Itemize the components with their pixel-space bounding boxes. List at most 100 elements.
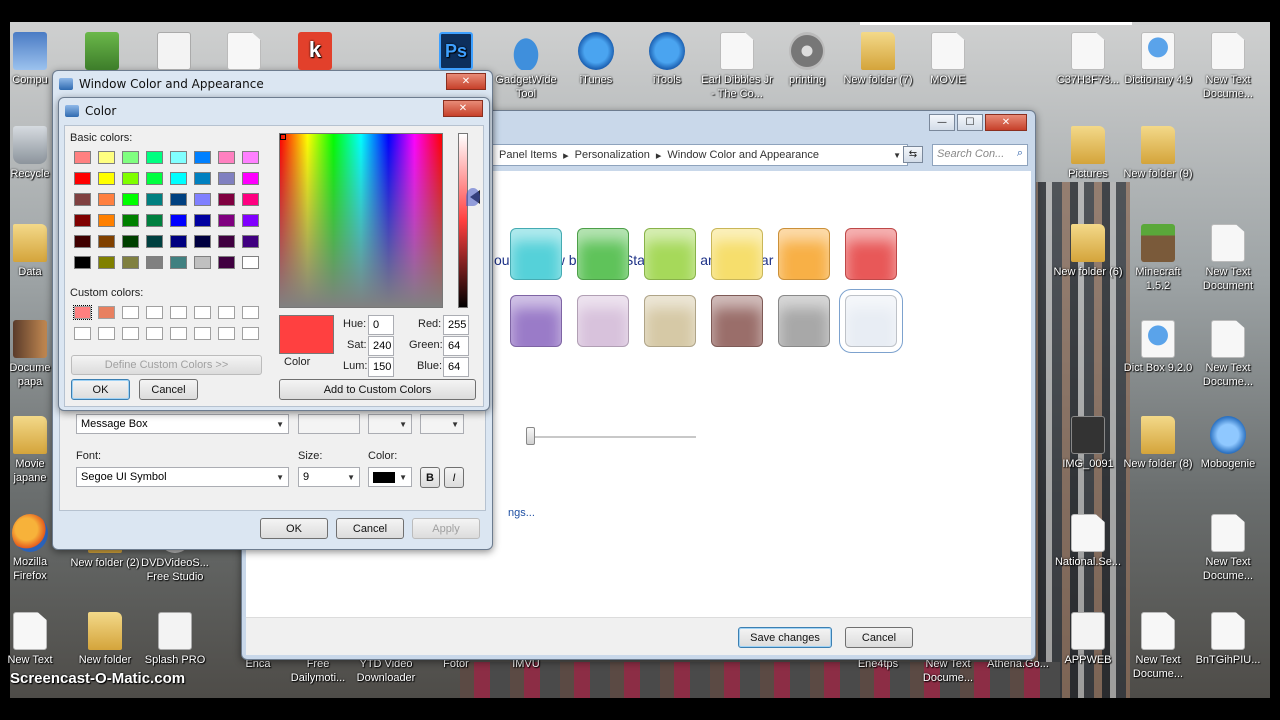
basic-color-cell[interactable] — [146, 172, 163, 185]
desktop-icon[interactable]: Splash PRO — [139, 612, 211, 667]
hue-input[interactable]: 0 — [368, 315, 394, 335]
desktop-icon[interactable]: New folder (9) — [1122, 126, 1194, 181]
basic-color-cell[interactable] — [218, 214, 235, 227]
maximize-button[interactable]: ☐ — [957, 114, 983, 131]
blue-input[interactable]: 64 — [443, 357, 469, 377]
color-swatch[interactable] — [711, 228, 763, 280]
basic-color-cell[interactable] — [218, 235, 235, 248]
refresh-icon[interactable]: ⇆ — [903, 146, 923, 163]
sat-input[interactable]: 240 — [368, 336, 394, 356]
basic-color-cell[interactable] — [98, 193, 115, 206]
basic-color-cell[interactable] — [218, 151, 235, 164]
desktop-icon[interactable]: iTools — [631, 32, 703, 87]
basic-color-cell[interactable] — [146, 193, 163, 206]
desktop-icon[interactable]: National.Se... — [1052, 514, 1124, 569]
intensity-slider-track[interactable] — [526, 436, 696, 438]
desktop-icon[interactable]: New folder (6) — [1052, 224, 1124, 279]
basic-color-cell[interactable] — [194, 256, 211, 269]
basic-color-cell[interactable] — [242, 256, 259, 269]
basic-color-cell[interactable] — [146, 151, 163, 164]
desktop-icon[interactable]: Pictures — [1052, 126, 1124, 181]
custom-color-cell[interactable] — [218, 327, 235, 340]
desktop-icon[interactable]: New folder (8) — [1122, 416, 1194, 471]
basic-color-cell[interactable] — [98, 214, 115, 227]
desktop-icon[interactable]: GadgetWide Tool — [490, 32, 562, 101]
basic-color-cell[interactable] — [122, 151, 139, 164]
italic-button[interactable]: I — [444, 467, 464, 488]
basic-color-cell[interactable] — [170, 172, 187, 185]
desktop-icon-label-partial[interactable]: YTD Video Downloader — [350, 657, 422, 685]
basic-color-cell[interactable] — [194, 214, 211, 227]
basic-color-cell[interactable] — [194, 172, 211, 185]
color-swatch[interactable] — [778, 228, 830, 280]
basic-color-cell[interactable] — [122, 214, 139, 227]
desktop-icon[interactable]: New folder (7) — [842, 32, 914, 87]
breadcrumb-panel-items[interactable]: Panel Items — [499, 149, 557, 161]
add-to-custom-colors-button[interactable]: Add to Custom Colors — [279, 379, 476, 400]
basic-color-cell[interactable] — [170, 256, 187, 269]
chevron-down-icon[interactable]: ▼ — [893, 151, 901, 160]
color-swatch[interactable] — [577, 228, 629, 280]
desktop-icon[interactable]: Earl Dibbles Jr - The Co... — [701, 32, 773, 101]
spectrum-crosshair-icon[interactable] — [280, 134, 286, 140]
font-color-select[interactable]: ▼ — [368, 467, 412, 487]
custom-color-cell[interactable] — [74, 327, 91, 340]
custom-color-cell[interactable] — [194, 306, 211, 319]
desktop-icon[interactable]: printing — [771, 32, 843, 87]
color-swatch[interactable] — [845, 228, 897, 280]
desktop-icon-label-partial[interactable]: Free Dailymoti... — [282, 657, 354, 685]
desktop-icon[interactable]: Mobogenie — [1192, 416, 1264, 471]
color-swatch[interactable] — [644, 295, 696, 347]
basic-color-cell[interactable] — [242, 214, 259, 227]
basic-color-cell[interactable] — [74, 235, 91, 248]
desktop-icon[interactable] — [66, 32, 138, 73]
basic-color-cell[interactable] — [98, 172, 115, 185]
basic-color-cell[interactable] — [170, 151, 187, 164]
save-changes-button[interactable]: Save changes — [738, 627, 832, 648]
desktop-icon[interactable] — [208, 32, 280, 73]
desktop-icon[interactable]: Dictionary 4.9 — [1122, 32, 1194, 87]
custom-color-cell[interactable] — [242, 306, 259, 319]
item-select[interactable]: Message Box ▼ — [76, 414, 289, 434]
custom-color-cell[interactable] — [122, 327, 139, 340]
breadcrumb-personalization[interactable]: Personalization — [575, 149, 650, 161]
basic-color-cell[interactable] — [122, 172, 139, 185]
basic-color-cell[interactable] — [194, 235, 211, 248]
color-swatch[interactable] — [711, 295, 763, 347]
basic-color-cell[interactable] — [122, 193, 139, 206]
custom-color-cell[interactable] — [98, 306, 115, 319]
desktop-icon[interactable]: New Text Docume... — [1192, 32, 1264, 101]
color-swatch[interactable] — [778, 295, 830, 347]
luminance-bar[interactable] — [458, 133, 468, 308]
basic-color-cell[interactable] — [74, 193, 91, 206]
color-spectrum[interactable] — [279, 133, 443, 308]
basic-color-cell[interactable] — [98, 256, 115, 269]
basic-color-cell[interactable] — [74, 172, 91, 185]
color-swatch[interactable] — [510, 228, 562, 280]
custom-color-cell[interactable] — [242, 327, 259, 340]
basic-color-cell[interactable] — [122, 235, 139, 248]
lum-input[interactable]: 150 — [368, 357, 394, 377]
custom-color-cell[interactable] — [146, 306, 163, 319]
basic-color-cell[interactable] — [218, 193, 235, 206]
basic-color-cell[interactable] — [242, 235, 259, 248]
desktop-icon[interactable]: iTunes — [560, 32, 632, 87]
basic-color-cell[interactable] — [218, 172, 235, 185]
desktop-icon[interactable]: MOVIE — [912, 32, 984, 87]
custom-color-cell[interactable] — [218, 306, 235, 319]
close-button[interactable]: ✕ — [446, 73, 486, 90]
search-icon[interactable]: ⌕ — [1017, 147, 1023, 160]
ok-button[interactable]: OK — [260, 518, 328, 539]
apply-button[interactable]: Apply — [412, 518, 480, 539]
color-swatch-selected[interactable] — [839, 289, 903, 353]
basic-color-cell[interactable] — [218, 256, 235, 269]
font-select[interactable]: Segoe UI Symbol ▼ — [76, 467, 289, 487]
desktop-icon[interactable]: k — [279, 32, 351, 73]
desktop-icon[interactable]: Minecraft 1.5.2 — [1122, 224, 1194, 293]
basic-color-cell[interactable] — [194, 151, 211, 164]
basic-color-cell[interactable] — [74, 256, 91, 269]
desktop-icon[interactable]: BnTGihPIU... — [1192, 612, 1264, 667]
basic-color-cell[interactable] — [170, 235, 187, 248]
desktop-icon[interactable]: New Text Docume... — [1192, 514, 1264, 583]
cancel-button[interactable]: Cancel — [139, 379, 198, 400]
